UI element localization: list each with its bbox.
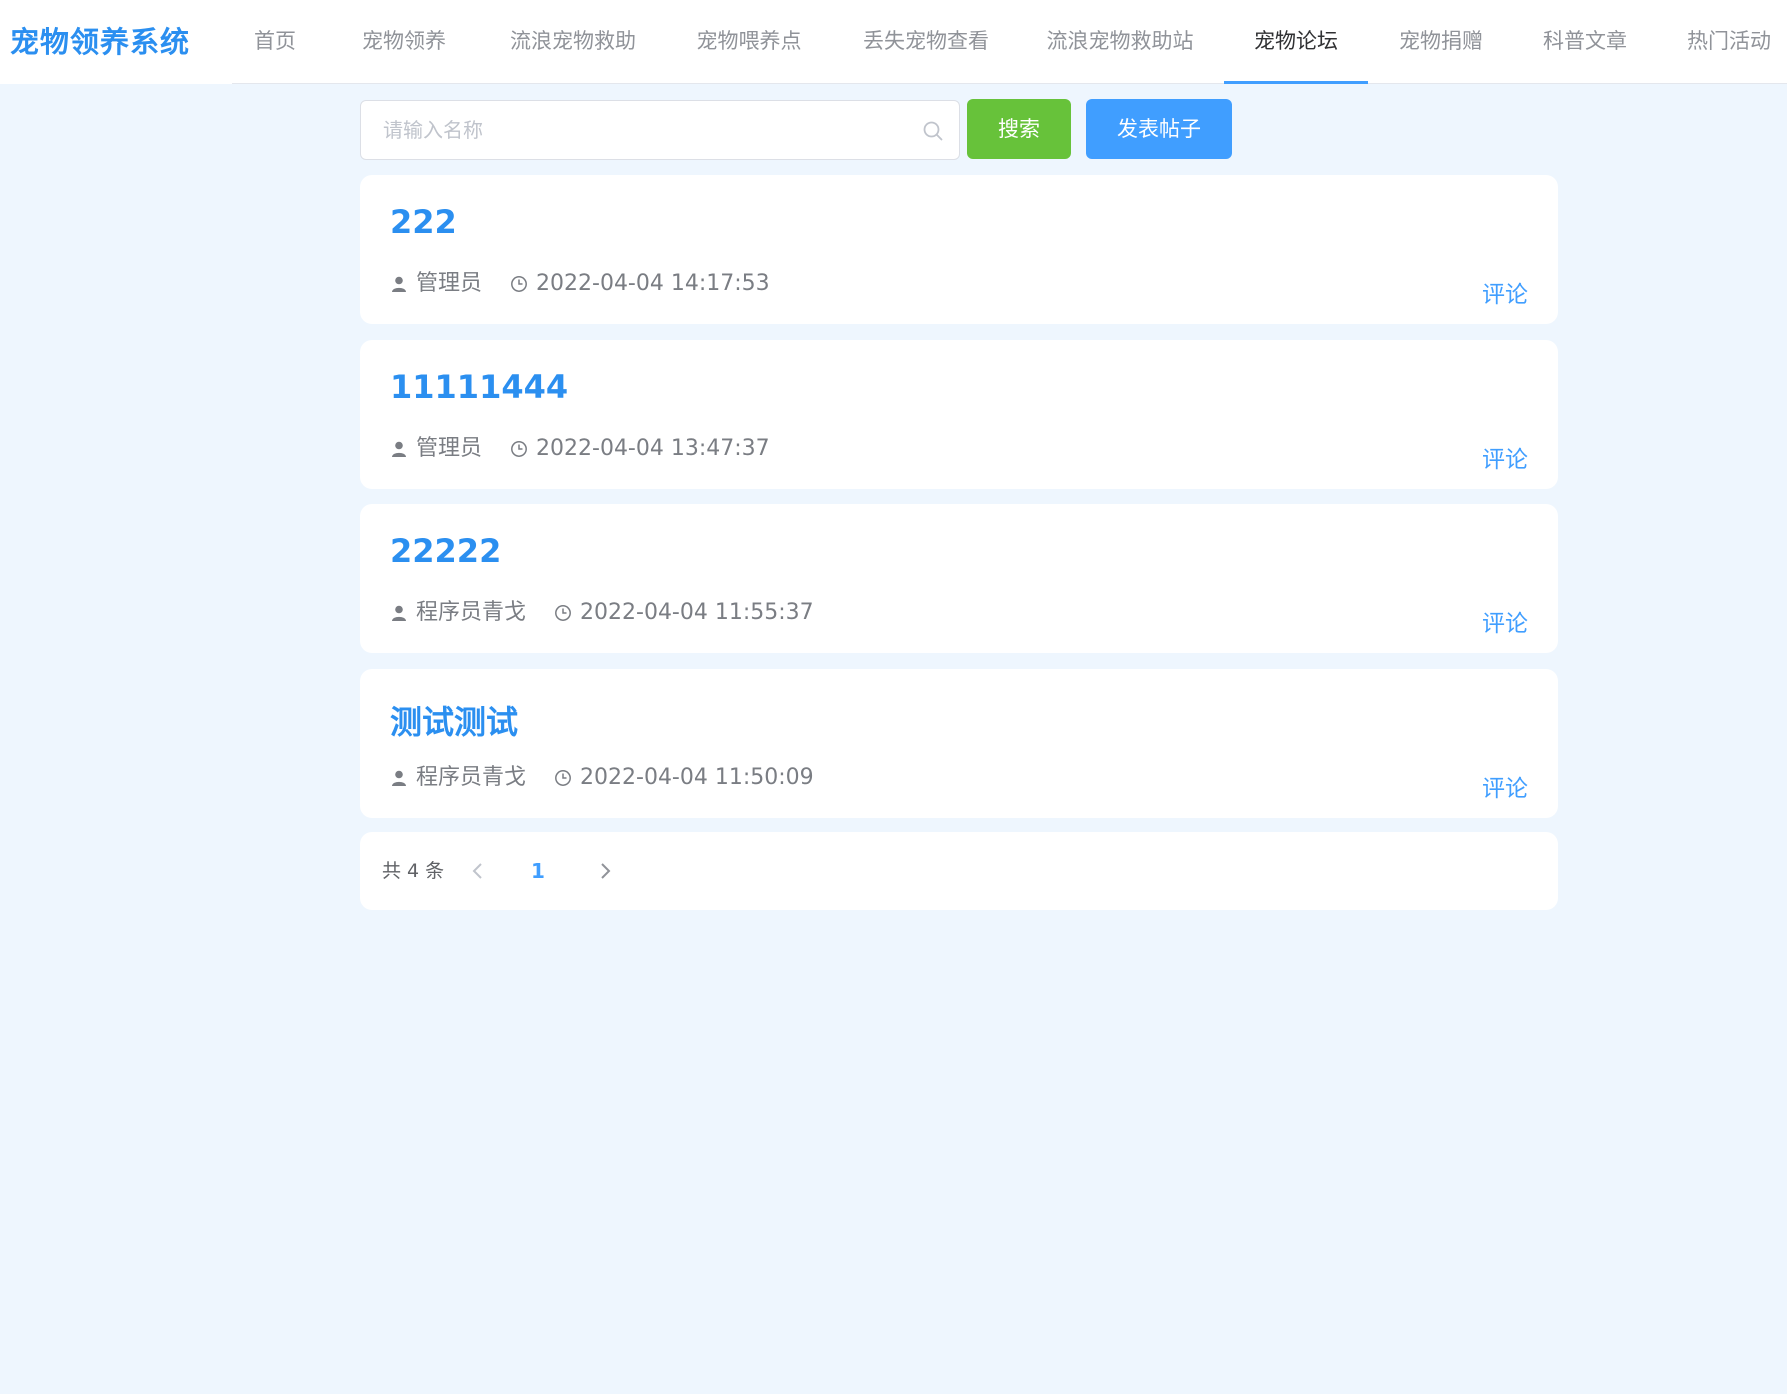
post-card: 11111444 管理员 2022-04-04 13:47:37 评论 bbox=[360, 340, 1558, 489]
post-title[interactable]: 11111444 bbox=[390, 368, 568, 406]
post-author: 管理员 bbox=[416, 271, 483, 296]
post-card: 22222 程序员青戈 2022-04-04 11:55:37 评论 bbox=[360, 504, 1558, 653]
post-time: 2022-04-04 14:17:53 bbox=[536, 271, 770, 296]
comment-link[interactable]: 评论 bbox=[1482, 769, 1528, 803]
post-author: 程序员青戈 bbox=[416, 600, 527, 625]
post-meta: 管理员 2022-04-04 14:17:53 bbox=[390, 269, 770, 299]
post-card: 测试测试 程序员青戈 2022-04-04 11:50:09 评论 bbox=[360, 669, 1558, 818]
nav-item-rescue-stations[interactable]: 流浪宠物救助站 bbox=[1044, 0, 1196, 84]
search-input[interactable] bbox=[361, 101, 911, 159]
nav-item-articles[interactable]: 科普文章 bbox=[1538, 0, 1632, 84]
user-icon bbox=[392, 441, 406, 457]
search-icon[interactable] bbox=[921, 119, 945, 143]
top-header: 宠物领养系统 首页 宠物领养 流浪宠物救助 宠物喂养点 丢失宠物查看 流浪宠物救… bbox=[0, 0, 1787, 84]
nav-item-activities[interactable]: 热门活动 bbox=[1682, 0, 1776, 84]
pagination-page-current[interactable]: 1 bbox=[518, 832, 558, 910]
main-nav: 首页 宠物领养 流浪宠物救助 宠物喂养点 丢失宠物查看 流浪宠物救助站 宠物论坛… bbox=[232, 0, 1787, 84]
chevron-left-icon[interactable] bbox=[464, 857, 492, 885]
comment-link[interactable]: 评论 bbox=[1482, 440, 1528, 474]
nav-item-forum[interactable]: 宠物论坛 bbox=[1224, 0, 1368, 84]
search-button[interactable]: 搜索 bbox=[967, 99, 1071, 159]
nav-item-donation[interactable]: 宠物捐赠 bbox=[1394, 0, 1488, 84]
post-time: 2022-04-04 11:50:09 bbox=[580, 765, 814, 790]
search-box bbox=[360, 100, 960, 160]
post-time: 2022-04-04 13:47:37 bbox=[536, 436, 770, 461]
nav-item-adoption[interactable]: 宠物领养 bbox=[360, 0, 448, 84]
user-icon bbox=[392, 276, 406, 292]
nav-item-home[interactable]: 首页 bbox=[242, 0, 308, 84]
clock-icon bbox=[511, 441, 527, 457]
post-title[interactable]: 222 bbox=[390, 203, 457, 241]
comment-link[interactable]: 评论 bbox=[1482, 275, 1528, 309]
post-time: 2022-04-04 11:55:37 bbox=[580, 600, 814, 625]
comment-link[interactable]: 评论 bbox=[1482, 604, 1528, 638]
post-card: 222 管理员 2022-04-04 14:17:53 评论 bbox=[360, 175, 1558, 324]
pagination-total: 共 4 条 bbox=[382, 860, 445, 882]
site-brand: 宠物领养系统 bbox=[10, 25, 191, 59]
post-title[interactable]: 22222 bbox=[390, 532, 501, 570]
clock-icon bbox=[555, 605, 571, 621]
post-meta: 程序员青戈 2022-04-04 11:55:37 bbox=[390, 598, 814, 628]
new-post-button[interactable]: 发表帖子 bbox=[1086, 99, 1232, 159]
post-author: 管理员 bbox=[416, 436, 483, 461]
nav-item-feeding-points[interactable]: 宠物喂养点 bbox=[694, 0, 804, 84]
pagination: 共 4 条 1 bbox=[360, 832, 1558, 910]
chevron-right-icon[interactable] bbox=[591, 857, 619, 885]
post-meta: 管理员 2022-04-04 13:47:37 bbox=[390, 434, 770, 464]
clock-icon bbox=[511, 276, 527, 292]
user-icon bbox=[392, 605, 406, 621]
nav-item-lost-pets[interactable]: 丢失宠物查看 bbox=[860, 0, 992, 84]
nav-item-stray-rescue[interactable]: 流浪宠物救助 bbox=[508, 0, 638, 84]
user-icon bbox=[392, 770, 406, 786]
post-meta: 程序员青戈 2022-04-04 11:50:09 bbox=[390, 763, 814, 793]
clock-icon bbox=[555, 770, 571, 786]
post-title[interactable]: 测试测试 bbox=[390, 697, 518, 743]
post-author: 程序员青戈 bbox=[416, 765, 527, 790]
